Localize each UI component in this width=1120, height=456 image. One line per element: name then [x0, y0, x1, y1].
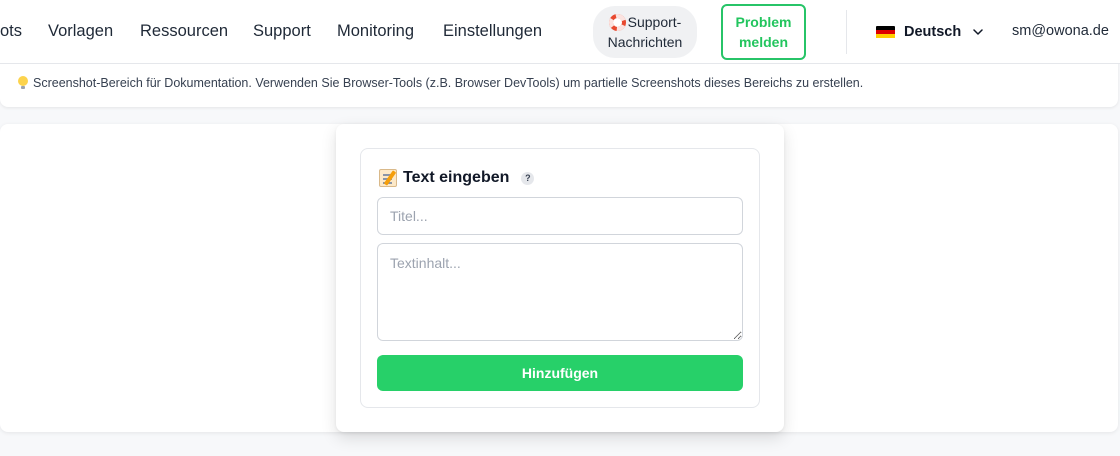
lightbulb-icon	[18, 76, 28, 90]
report-problem-label-line2: melden	[738, 34, 788, 50]
screenshot-area-info: Screenshot-Bereich für Dokumentation. Ve…	[18, 76, 863, 90]
card-title: Text eingeben ?	[379, 167, 535, 189]
add-button[interactable]: Hinzufügen	[377, 355, 743, 391]
lifebuoy-icon	[608, 13, 626, 31]
germany-flag-icon	[876, 25, 895, 39]
report-problem-button[interactable]: Problem melden	[721, 4, 806, 60]
screenshot-area-info-text: Screenshot-Bereich für Dokumentation. Ve…	[33, 76, 864, 90]
memo-icon	[379, 169, 397, 187]
nav-divider	[846, 10, 847, 54]
nav-item-support[interactable]: Support	[253, 22, 311, 41]
nav-item-vorlagen[interactable]: Vorlagen	[48, 22, 113, 41]
language-selector[interactable]: Deutsch	[876, 20, 983, 44]
nav-item-ressourcen[interactable]: Ressourcen	[140, 22, 228, 41]
nav-item-screenshots[interactable]: ots	[0, 22, 22, 41]
top-navigation-bar: ots Vorlagen Ressourcen Support Monitori…	[0, 0, 1120, 64]
support-messages-label-line2: Nachrichten	[607, 34, 683, 50]
report-problem-label-line1: Problem	[735, 14, 792, 30]
text-content-textarea[interactable]	[377, 243, 743, 341]
title-input[interactable]	[377, 197, 743, 235]
nav-item-monitoring[interactable]: Monitoring	[337, 22, 414, 41]
language-label: Deutsch	[904, 24, 962, 40]
support-messages-label-line1: Support-	[627, 14, 682, 30]
card-title-text: Text eingeben	[403, 169, 510, 186]
chevron-down-icon	[973, 29, 983, 35]
support-messages-button[interactable]: Support- Nachrichten	[593, 6, 697, 58]
nav-item-einstellungen[interactable]: Einstellungen	[443, 22, 542, 41]
user-account-menu[interactable]: sm@owona.de	[1012, 23, 1109, 39]
help-icon[interactable]: ?	[521, 171, 535, 185]
